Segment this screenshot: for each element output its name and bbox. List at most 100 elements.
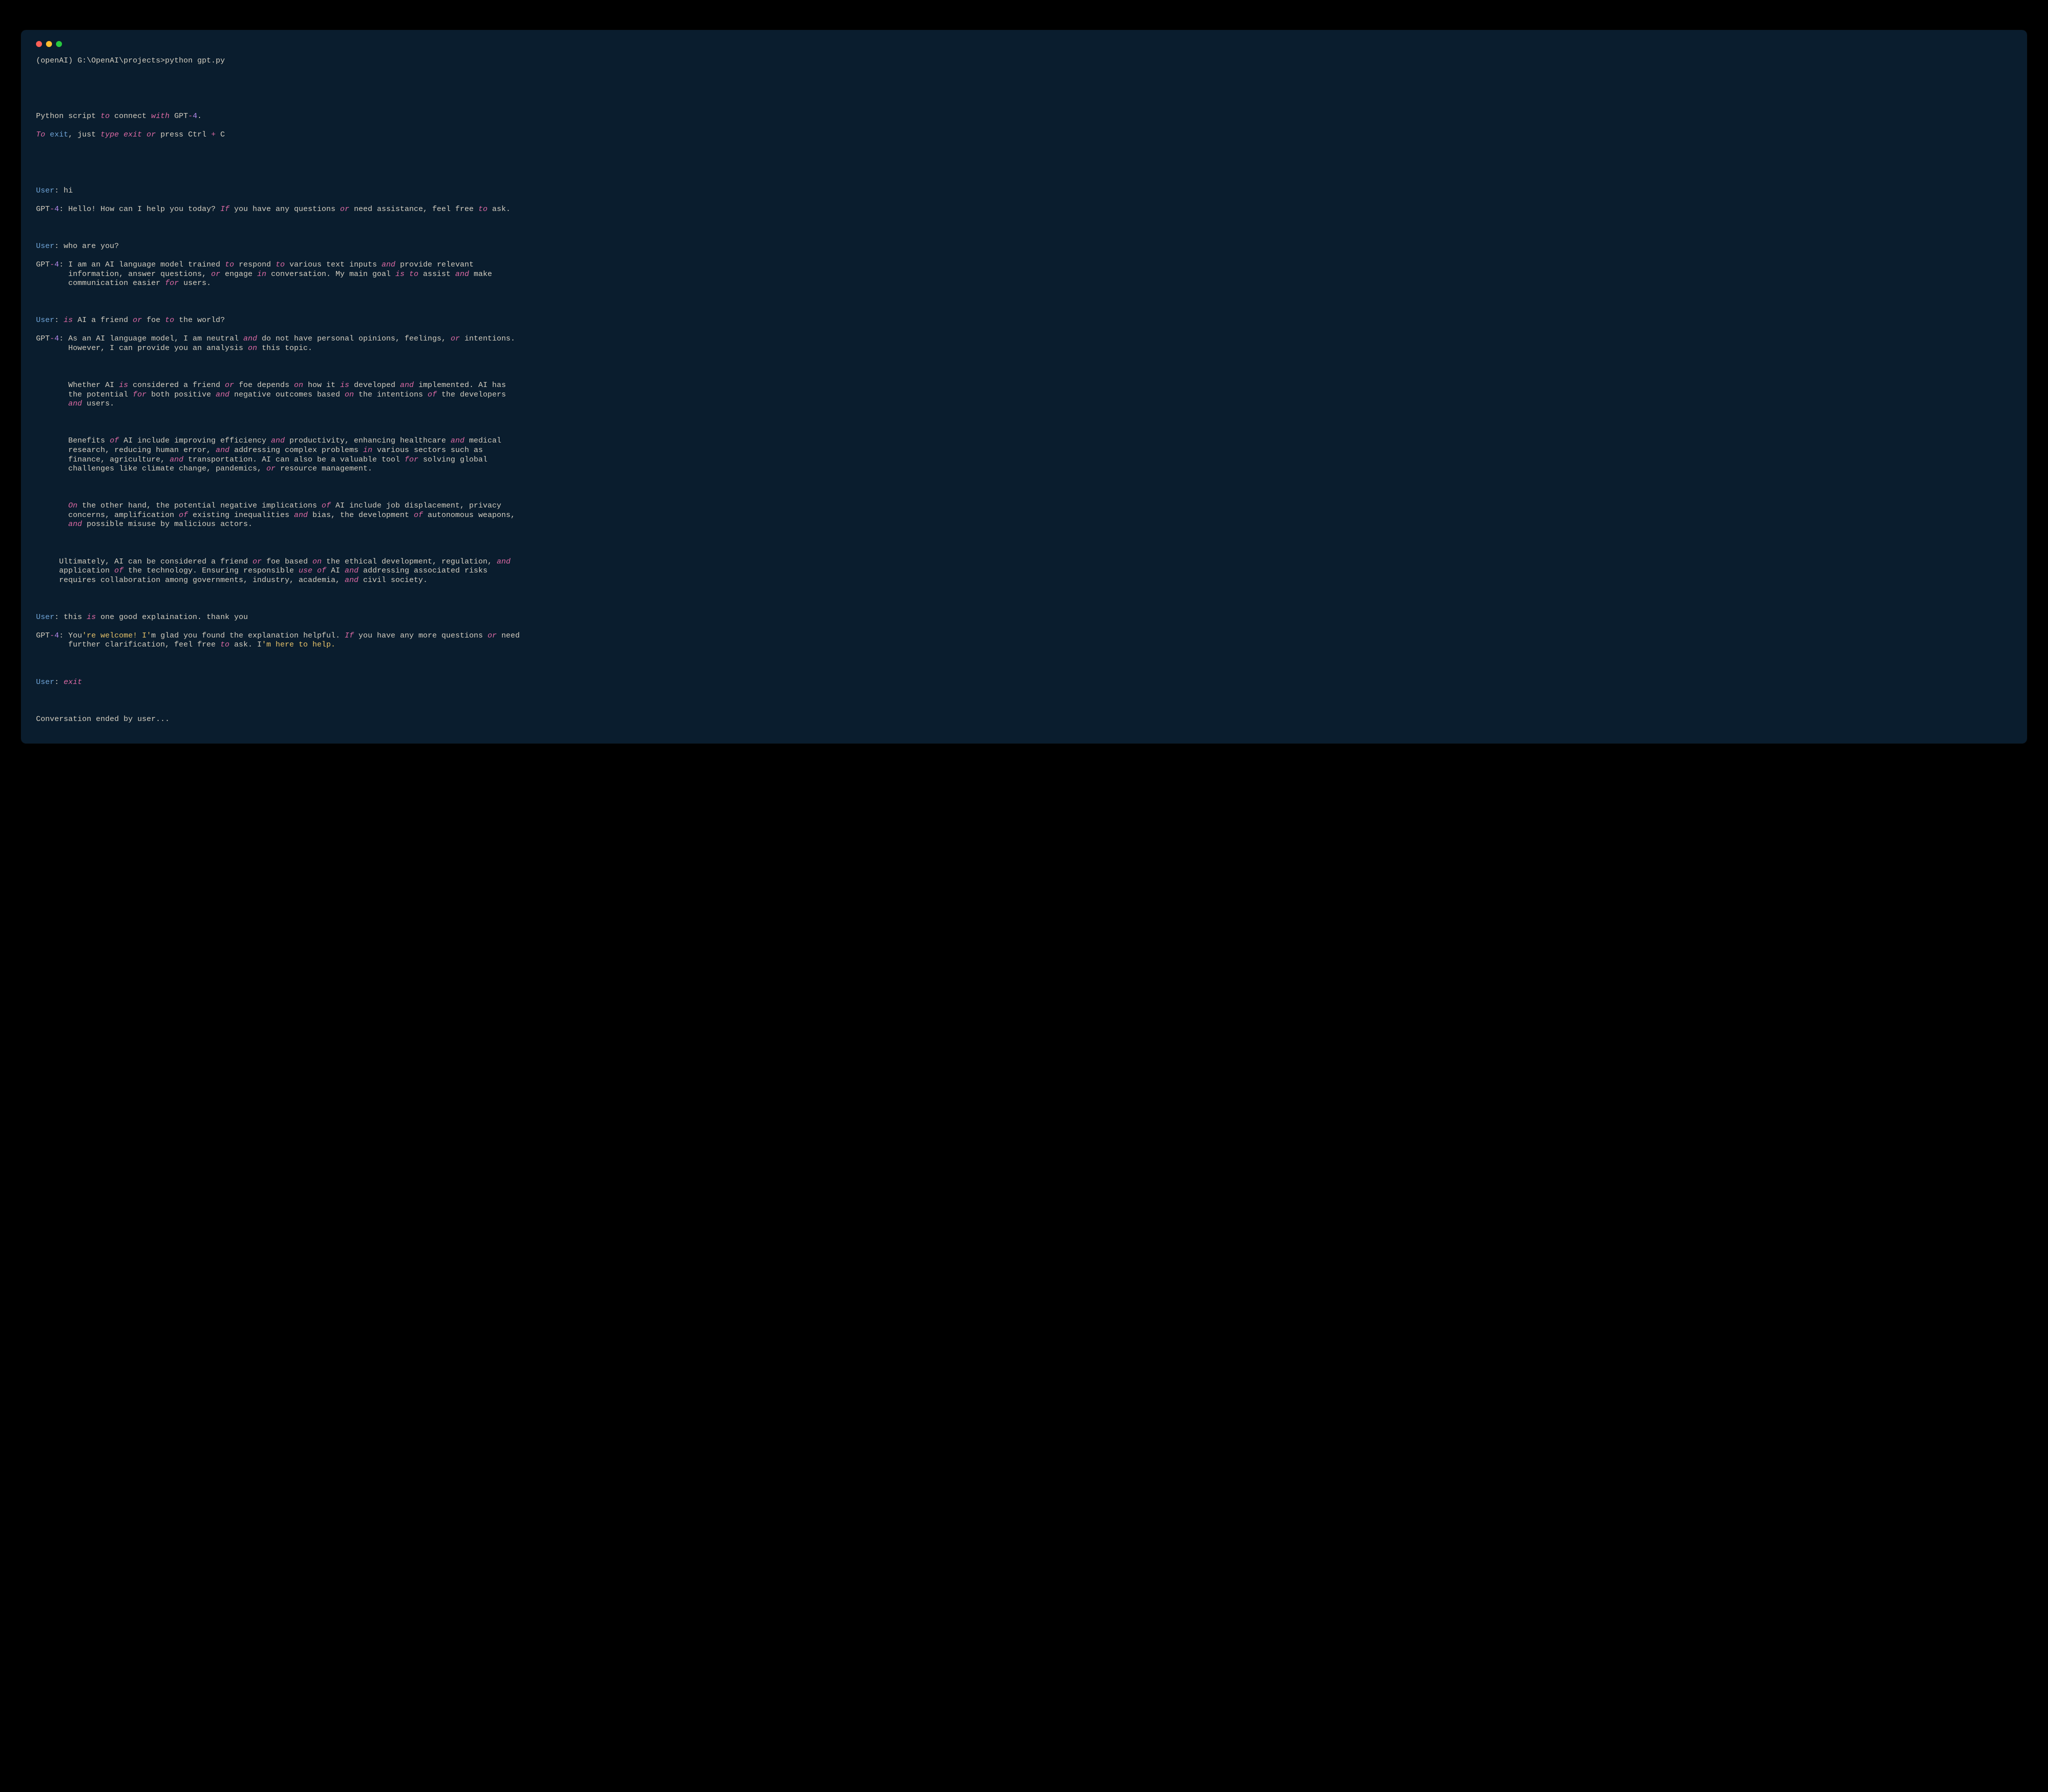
keyword-of: of bbox=[414, 510, 423, 520]
keyword-and: and bbox=[344, 576, 358, 584]
user-label: User bbox=[36, 678, 54, 686]
text: the intentions bbox=[354, 390, 428, 399]
keyword-and: and bbox=[68, 520, 82, 528]
intro-line-1: Python script to connect with GPT-4. bbox=[36, 112, 2012, 121]
keyword-or: or bbox=[340, 204, 349, 214]
text: Hello! How can I help you today? bbox=[68, 204, 220, 214]
keyword-to: to bbox=[409, 270, 418, 278]
intro-line-2: To exit, just type exit or press Ctrl + … bbox=[36, 130, 2012, 140]
blank-line bbox=[36, 594, 2012, 604]
blank-line bbox=[36, 418, 2012, 427]
text bbox=[45, 130, 50, 139]
keyword-of: of bbox=[114, 566, 124, 575]
terminal-content[interactable]: (openAI) G:\OpenAI\projects>python gpt.p… bbox=[36, 56, 2012, 724]
text: this topic. bbox=[257, 344, 312, 352]
keyword-or: or bbox=[133, 316, 142, 324]
text: You bbox=[68, 631, 82, 640]
keyword-type: type bbox=[100, 130, 119, 139]
text: foe depends bbox=[234, 380, 294, 390]
text: bias, the development bbox=[308, 510, 414, 520]
exit-word: exit bbox=[50, 130, 68, 139]
text: respond bbox=[234, 260, 276, 269]
dot: . bbox=[198, 112, 202, 120]
colon: : bbox=[59, 260, 68, 269]
keyword-and: and bbox=[496, 557, 510, 566]
text: you have any questions bbox=[230, 204, 340, 214]
page-background: (openAI) G:\OpenAI\projects>python gpt.p… bbox=[0, 0, 2048, 774]
text: you have any more questions bbox=[354, 631, 488, 640]
user-label: User bbox=[36, 612, 54, 622]
indent bbox=[36, 501, 68, 510]
text: the world? bbox=[174, 316, 224, 324]
keyword-of: of bbox=[317, 566, 326, 575]
keyword-on: on bbox=[344, 390, 354, 399]
keyword-to: To bbox=[36, 130, 45, 139]
colon: : bbox=[59, 631, 68, 640]
keyword-and: and bbox=[456, 270, 470, 278]
turn-4-gpt: GPT-4: You're welcome! I'm glad you foun… bbox=[36, 631, 2012, 650]
terminal-window[interactable]: (openAI) G:\OpenAI\projects>python gpt.p… bbox=[21, 30, 2027, 744]
cwd-path: G:\OpenAI\projects> bbox=[78, 56, 165, 65]
string-literal: 're welcome! I' bbox=[82, 631, 151, 640]
turn-4-user: User: this is one good explaination. tha… bbox=[36, 612, 2012, 622]
text: As an AI language model, I am neutral bbox=[68, 334, 244, 343]
number-4: 4 bbox=[54, 204, 59, 214]
text: civil society. bbox=[358, 576, 428, 584]
text: AI bbox=[326, 566, 345, 575]
maximize-icon[interactable] bbox=[56, 41, 62, 47]
text: addressing complex problems bbox=[230, 446, 363, 454]
colon: : bbox=[54, 242, 64, 250]
keyword-or: or bbox=[146, 130, 156, 139]
keyword-and: and bbox=[216, 446, 230, 454]
number-4: 4 bbox=[54, 260, 59, 269]
text: Benefits bbox=[36, 436, 110, 445]
text: , just bbox=[68, 130, 101, 139]
keyword-of: of bbox=[110, 436, 118, 445]
keyword-and: and bbox=[450, 436, 464, 445]
turn-5-user: User: exit bbox=[36, 678, 2012, 687]
keyword-or: or bbox=[225, 380, 234, 390]
keyword-of: of bbox=[179, 510, 188, 520]
text: the other hand, the potential negative i… bbox=[78, 501, 322, 510]
user-message: who are you? bbox=[64, 242, 119, 250]
keyword-in: in bbox=[257, 270, 266, 278]
keyword-to: to bbox=[276, 260, 284, 269]
text: conversation. My main goal bbox=[266, 270, 396, 278]
text: one good explaination. thank you bbox=[96, 612, 248, 622]
keyword-use: use bbox=[298, 566, 312, 575]
text: engage bbox=[220, 270, 258, 278]
colon: : bbox=[59, 334, 68, 343]
keyword-to: to bbox=[478, 204, 488, 214]
minimize-icon[interactable] bbox=[46, 41, 52, 47]
number-4: 4 bbox=[192, 112, 197, 120]
env-name: (openAI) bbox=[36, 56, 78, 65]
prompt-line: (openAI) G:\OpenAI\projects>python gpt.p… bbox=[36, 56, 2012, 66]
gpt-label: GPT bbox=[36, 260, 50, 269]
blank-line bbox=[36, 362, 2012, 372]
exit-command: exit bbox=[64, 678, 82, 686]
turn-3-gpt-p2: Whether AI is considered a friend or foe… bbox=[36, 380, 2012, 408]
turn-1-user: User: hi bbox=[36, 186, 2012, 196]
text: application bbox=[36, 566, 114, 575]
text: various text inputs bbox=[285, 260, 382, 269]
text: Whether AI bbox=[36, 380, 119, 390]
text: foe based bbox=[262, 557, 312, 566]
colon: : bbox=[59, 204, 68, 214]
keyword-for: for bbox=[404, 455, 418, 464]
text bbox=[404, 270, 409, 278]
text: GPT bbox=[170, 112, 188, 120]
close-icon[interactable] bbox=[36, 41, 42, 47]
text: ask. bbox=[488, 204, 510, 214]
text: the technology. Ensuring responsible bbox=[124, 566, 298, 575]
user-label: User bbox=[36, 186, 54, 195]
text: users. bbox=[82, 399, 114, 408]
number-4: 4 bbox=[54, 631, 59, 640]
blank-line bbox=[36, 223, 2012, 232]
turn-1-gpt: GPT-4: Hello! How can I help you today? … bbox=[36, 204, 2012, 214]
number-4: 4 bbox=[54, 334, 59, 343]
text: possible misuse by malicious actors. bbox=[82, 520, 252, 528]
keyword-on: on bbox=[294, 380, 303, 390]
keyword-is: is bbox=[396, 270, 404, 278]
keyword-or: or bbox=[488, 631, 496, 640]
keyword-is: is bbox=[340, 380, 349, 390]
